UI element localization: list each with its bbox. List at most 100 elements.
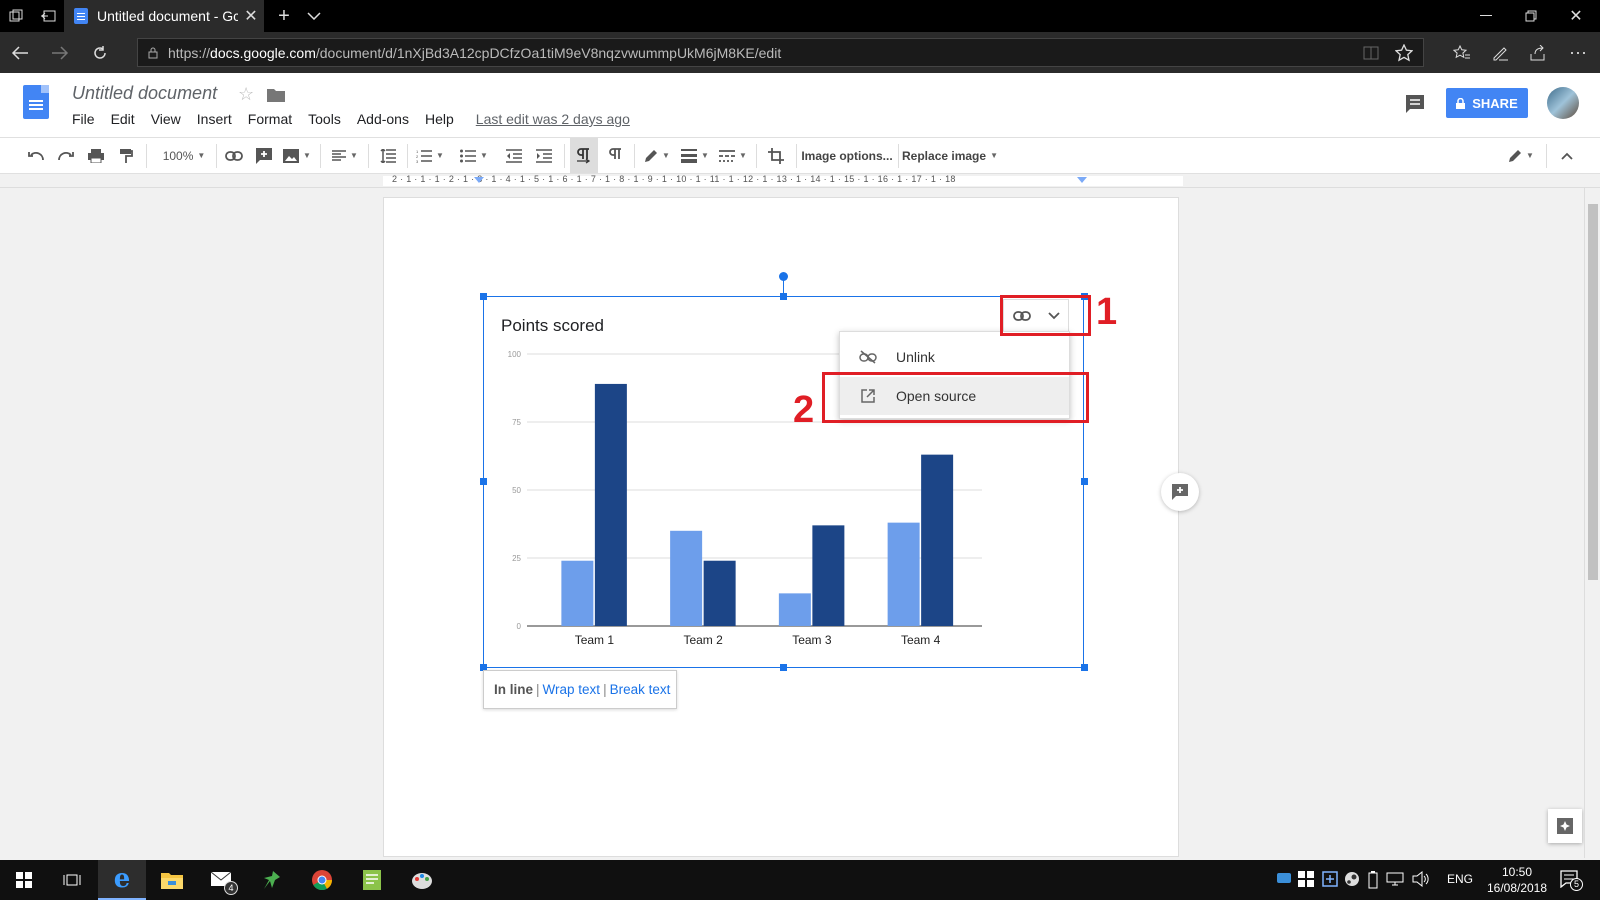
menu-help[interactable]: Help <box>425 111 454 127</box>
star-document-icon[interactable]: ☆ <box>238 84 254 105</box>
menu-add-ons[interactable]: Add-ons <box>357 111 409 127</box>
resize-handle[interactable] <box>1081 664 1088 671</box>
pin-app-icon[interactable] <box>248 860 296 900</box>
border-dash-icon[interactable]: ▼ <box>716 138 750 173</box>
resize-handle[interactable] <box>480 293 487 300</box>
comments-icon[interactable] <box>1405 94 1425 114</box>
restore-icon[interactable] <box>1515 0 1547 32</box>
edge-browser-icon[interactable]: e <box>98 860 146 900</box>
url-field[interactable]: https://docs.google.com/document/d/1nXjB… <box>137 38 1424 67</box>
paint-format-icon[interactable] <box>112 138 140 173</box>
onedrive-tray-icon[interactable] <box>1276 872 1292 884</box>
active-browser-tab[interactable]: Untitled document - Gc ✕ <box>64 0 264 32</box>
bulleted-list-icon[interactable]: ▼ <box>456 138 492 173</box>
network-app-tray-icon[interactable] <box>1322 871 1338 887</box>
increase-indent-icon[interactable] <box>530 138 558 173</box>
refresh-icon[interactable] <box>82 32 118 73</box>
add-comment-button[interactable] <box>1161 473 1199 511</box>
scroll-thumb[interactable] <box>1588 204 1598 580</box>
file-explorer-icon[interactable] <box>148 860 196 900</box>
inline-option[interactable]: In line <box>494 682 533 697</box>
redo-icon[interactable] <box>52 138 80 173</box>
right-to-left-icon[interactable] <box>600 138 628 173</box>
right-indent-marker-icon[interactable] <box>1077 177 1087 185</box>
new-tab-icon[interactable]: + <box>268 0 300 32</box>
document-title[interactable]: Untitled document <box>72 83 217 104</box>
close-window-icon[interactable]: ✕ <box>1560 0 1592 32</box>
vertical-scrollbar[interactable] <box>1584 188 1600 858</box>
editing-mode-icon[interactable]: ▼ <box>1504 138 1538 173</box>
notepad-app-icon[interactable] <box>348 860 396 900</box>
docs-home-logo-icon[interactable] <box>23 85 49 119</box>
resize-handle[interactable] <box>1081 478 1088 485</box>
undo-icon[interactable] <box>22 138 50 173</box>
line-spacing-icon[interactable] <box>374 138 402 173</box>
replace-image-button[interactable]: Replace image ▼ <box>902 138 998 173</box>
move-to-folder-icon[interactable] <box>267 88 285 102</box>
menu-insert[interactable]: Insert <box>197 111 232 127</box>
mail-icon[interactable]: 4 <box>198 860 246 900</box>
image-options-button[interactable]: Image options... <box>800 138 894 173</box>
rotate-handle[interactable] <box>779 272 788 281</box>
menu-format[interactable]: Format <box>248 111 292 127</box>
menu-view[interactable]: View <box>151 111 181 127</box>
windows-taskbar: e 4 ENG 10:50 16/08/2018 5 <box>0 860 1600 900</box>
resize-handle[interactable] <box>780 664 787 671</box>
tab-manager-icon[interactable] <box>0 0 32 32</box>
share-button[interactable]: SHARE <box>1446 88 1528 118</box>
x-category-label: Team 3 <box>792 633 832 647</box>
align-left-icon[interactable]: ▼ <box>328 138 362 173</box>
windows-defender-tray-icon[interactable] <box>1298 871 1314 887</box>
share-page-icon[interactable] <box>1520 32 1556 73</box>
unlink-menu-item[interactable]: Unlink <box>840 338 1069 376</box>
task-view-icon[interactable] <box>48 860 96 900</box>
first-line-indent-marker-icon[interactable] <box>474 177 484 185</box>
close-tab-icon[interactable]: ✕ <box>238 6 264 26</box>
crop-image-icon[interactable] <box>762 138 790 173</box>
reading-view-icon[interactable] <box>1363 46 1379 60</box>
insert-comment-icon[interactable] <box>250 138 278 173</box>
menu-edit[interactable]: Edit <box>111 111 135 127</box>
network-tray-icon[interactable] <box>1386 872 1404 886</box>
menu-file[interactable]: File <box>72 111 95 127</box>
back-icon[interactable] <box>2 32 38 73</box>
web-note-pen-icon[interactable] <box>1482 32 1518 73</box>
set-tabs-aside-icon[interactable] <box>32 0 64 32</box>
resize-handle[interactable] <box>480 478 487 485</box>
insert-link-icon[interactable] <box>220 138 248 173</box>
print-icon[interactable] <box>82 138 110 173</box>
last-edit-link[interactable]: Last edit was 2 days ago <box>476 111 630 127</box>
steam-tray-icon[interactable] <box>1344 871 1360 887</box>
border-weight-icon[interactable]: ▼ <box>678 138 712 173</box>
battery-tray-icon[interactable] <box>1368 871 1378 889</box>
favorite-star-icon[interactable] <box>1395 44 1413 62</box>
tab-preview-chevron-icon[interactable] <box>298 0 330 32</box>
paint-app-icon[interactable] <box>398 860 446 900</box>
zoom-select[interactable]: 100% ▼ <box>156 138 212 173</box>
border-color-icon[interactable]: ▼ <box>640 138 674 173</box>
insert-image-icon[interactable]: ▼ <box>280 138 314 173</box>
favorites-hub-icon[interactable] <box>1444 32 1480 73</box>
system-clock[interactable]: 10:50 16/08/2018 <box>1482 864 1552 896</box>
url-text: https://docs.google.com/document/d/1nXjB… <box>168 44 782 61</box>
numbered-list-icon[interactable]: 1 2 3 ▼ <box>412 138 448 173</box>
formatting-toolbar: 100% ▼ ▼ ▼ 1 2 3 ▼ ▼ ▼ ▼ ▼ Image options… <box>0 137 1600 174</box>
left-to-right-icon[interactable] <box>570 138 598 173</box>
windows-start-icon[interactable] <box>0 860 48 900</box>
explore-button[interactable] <box>1548 809 1582 843</box>
user-avatar[interactable] <box>1547 87 1579 119</box>
input-language[interactable]: ENG <box>1447 872 1473 886</box>
chrome-icon[interactable] <box>298 860 346 900</box>
menu-tools[interactable]: Tools <box>308 111 341 127</box>
break-text-option[interactable]: Break text <box>610 682 671 697</box>
collapse-menus-chevron-icon[interactable] <box>1552 138 1582 173</box>
forward-icon[interactable] <box>42 32 78 73</box>
mail-badge: 4 <box>224 881 238 895</box>
decrease-indent-icon[interactable] <box>500 138 528 173</box>
more-options-icon[interactable]: ··· <box>1560 32 1596 73</box>
wrap-text-option[interactable]: Wrap text <box>543 682 601 697</box>
docs-header: Untitled document ☆ File Edit View Inser… <box>0 73 1600 137</box>
action-center-icon[interactable]: 5 <box>1560 870 1583 891</box>
minimize-icon[interactable] <box>1470 0 1502 32</box>
volume-tray-icon[interactable] <box>1412 871 1430 887</box>
